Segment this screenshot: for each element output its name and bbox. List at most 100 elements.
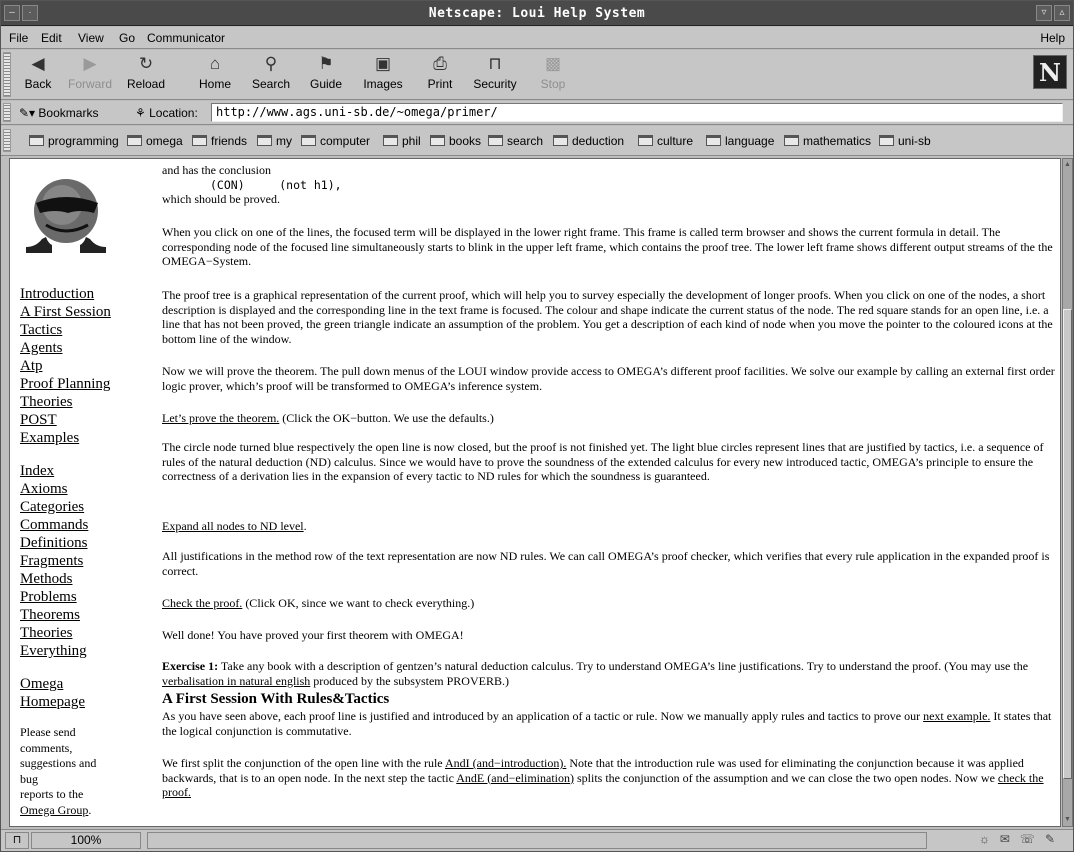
vertical-scrollbar[interactable]: ▲ ▼ — [1062, 158, 1073, 827]
paragraph-term-browser: When you click on one of the lines, the … — [162, 225, 1053, 268]
andi-rule-link[interactable]: AndI (and−introduction). — [445, 756, 566, 770]
print-icon: ⎙ — [433, 54, 447, 73]
scroll-down-icon[interactable]: ▼ — [1063, 814, 1072, 826]
folder-icon — [301, 135, 316, 146]
folder-icon — [488, 135, 503, 146]
index-link-theories[interactable]: Theories — [20, 624, 72, 642]
bookmark-folder-language[interactable]: language — [706, 134, 774, 148]
index-link-problems[interactable]: Problems — [20, 588, 77, 606]
index-link-methods[interactable]: Methods — [20, 570, 73, 588]
menu-edit[interactable]: Edit — [41, 31, 62, 45]
browser-window: – · Netscape: Loui Help System ▿ ▵ File … — [0, 0, 1074, 852]
folder-icon — [192, 135, 207, 146]
nav-link-agents[interactable]: Agents — [20, 339, 63, 357]
stop-button[interactable]: ▩ Stop — [535, 53, 571, 91]
reload-button[interactable]: ↻ Reload — [121, 53, 171, 91]
index-link-everything[interactable]: Everything — [20, 642, 87, 660]
nav-link-proof-planning[interactable]: Proof Planning — [20, 375, 110, 393]
menu-go[interactable]: Go — [119, 31, 135, 45]
menu-view[interactable]: View — [78, 31, 104, 45]
forward-button[interactable]: ▶ Forward — [63, 53, 117, 91]
search-icon: ⚲ — [264, 54, 278, 73]
nav-link-introduction[interactable]: Introduction — [20, 285, 94, 303]
section-heading: A First Session With Rules&Tactics — [162, 691, 390, 707]
verbalisation-link[interactable]: verbalisation in natural english — [162, 674, 310, 688]
nav-link-theories[interactable]: Theories — [20, 393, 72, 411]
toolbar-grip[interactable] — [3, 52, 11, 97]
nav-link-atp[interactable]: Atp — [20, 357, 43, 375]
lock-icon: ⊓ — [488, 54, 502, 73]
ande-tactic-link[interactable]: AndE (and−elimination) — [456, 771, 574, 785]
personal-grip[interactable] — [3, 129, 11, 152]
check-proof-link[interactable]: Check the proof. — [162, 596, 242, 610]
nav-link-first-session[interactable]: A First Session — [20, 303, 111, 321]
images-button[interactable]: ▣ Images — [359, 53, 407, 91]
bookmark-folder-omega[interactable]: omega — [127, 134, 183, 148]
omega-homepage-link[interactable]: Omega — [20, 675, 63, 693]
folder-icon — [127, 135, 142, 146]
location-label: ⚘ Location: — [135, 106, 198, 120]
bookmark-folder-computer[interactable]: computer — [301, 134, 370, 148]
location-grip[interactable] — [3, 103, 11, 122]
index-link-index[interactable]: Index — [20, 462, 54, 480]
mail-icon[interactable]: ✉ — [1000, 832, 1020, 846]
paragraph-expand: Expand all nodes to ND level. — [162, 519, 307, 533]
menu-file[interactable]: File — [9, 31, 28, 45]
omega-group-link[interactable]: Omega Group — [20, 803, 88, 817]
bookmark-folder-friends[interactable]: friends — [192, 134, 247, 148]
bookmark-folder-search[interactable]: search — [488, 134, 543, 148]
minimize-icon[interactable]: ▿ — [1036, 5, 1052, 21]
maximize-icon[interactable]: ▵ — [1054, 5, 1070, 21]
bookmark-folder-my[interactable]: my — [257, 134, 292, 148]
bookmark-folder-programming[interactable]: programming — [29, 134, 119, 148]
bookmark-folder-uni-sb[interactable]: uni-sb — [879, 134, 931, 148]
next-example-link[interactable]: next example. — [923, 709, 990, 723]
discussion-icon[interactable]: ☏ — [1020, 832, 1045, 846]
index-link-commands[interactable]: Commands — [20, 516, 88, 534]
bookmarks-button[interactable]: ✎▾ Bookmarks — [19, 106, 98, 120]
index-link-categories[interactable]: Categories — [20, 498, 84, 516]
index-link-definitions[interactable]: Definitions — [20, 534, 88, 552]
menu-help[interactable]: Help — [1040, 31, 1065, 45]
forward-arrow-icon: ▶ — [83, 54, 97, 73]
security-button[interactable]: ⊓ Security — [467, 53, 523, 91]
home-button[interactable]: ⌂ Home — [193, 53, 237, 91]
personal-toolbar: programming omega friends my computer ph… — [1, 126, 1073, 156]
security-lock-icon[interactable]: ⊓ — [5, 832, 29, 849]
folder-icon — [553, 135, 568, 146]
bookmark-folder-mathematics[interactable]: mathematics — [784, 134, 871, 148]
index-link-axioms[interactable]: Axioms — [20, 480, 68, 498]
navigator-icon[interactable]: ☼ — [979, 832, 1000, 846]
bookmark-folder-culture[interactable]: culture — [638, 134, 693, 148]
location-toolbar: ✎▾ Bookmarks ⚘ Location: http://www.ags.… — [1, 101, 1073, 125]
netscape-logo[interactable]: N — [1033, 55, 1067, 89]
nav-link-examples[interactable]: Examples — [20, 429, 79, 447]
bookmark-folder-books[interactable]: books — [430, 134, 481, 148]
paragraph-proof-tree: The proof tree is a graphical representa… — [162, 288, 1053, 346]
expand-nodes-link[interactable]: Expand all nodes to ND level — [162, 519, 304, 533]
navigation-toolbar: ◀ Back ▶ Forward ↻ Reload ⌂ Home ⚲ Search ⚑ Gu… — [1, 50, 1073, 100]
paragraph-prove-theorem: Now we will prove the theorem. The pull … — [162, 364, 1055, 393]
omega-homepage-link-line2[interactable]: Homepage — [20, 693, 85, 711]
composer-icon[interactable]: ✎ — [1045, 832, 1065, 846]
folder-icon — [257, 135, 272, 146]
index-link-fragments[interactable]: Fragments — [20, 552, 83, 570]
url-field[interactable]: http://www.ags.uni-sb.de/~omega/primer/ — [211, 103, 1063, 122]
menu-communicator[interactable]: Communicator — [147, 31, 225, 45]
scroll-up-icon[interactable]: ▲ — [1063, 159, 1072, 171]
page-content: Introduction A First Session Tactics Age… — [9, 158, 1061, 827]
feedback-note: Please send comments, suggestions and bu… — [20, 725, 97, 817]
search-button[interactable]: ⚲ Search — [247, 53, 295, 91]
guide-button[interactable]: ⚑ Guide — [304, 53, 348, 91]
back-button[interactable]: ◀ Back — [19, 53, 57, 91]
paragraph-prove-link: Let’s prove the theorem. (Click the OK−b… — [162, 411, 494, 425]
print-button[interactable]: ⎙ Print — [422, 53, 458, 91]
scrollbar-thumb[interactable] — [1063, 309, 1072, 779]
nav-link-post[interactable]: POST — [20, 411, 57, 429]
nav-link-tactics[interactable]: Tactics — [20, 321, 62, 339]
prove-theorem-link[interactable]: Let’s prove the theorem. — [162, 411, 279, 425]
bookmark-folder-deduction[interactable]: deduction — [553, 134, 624, 148]
stop-icon: ▩ — [544, 54, 562, 73]
index-link-theorems[interactable]: Theorems — [20, 606, 80, 624]
bookmark-folder-phil[interactable]: phil — [383, 134, 421, 148]
